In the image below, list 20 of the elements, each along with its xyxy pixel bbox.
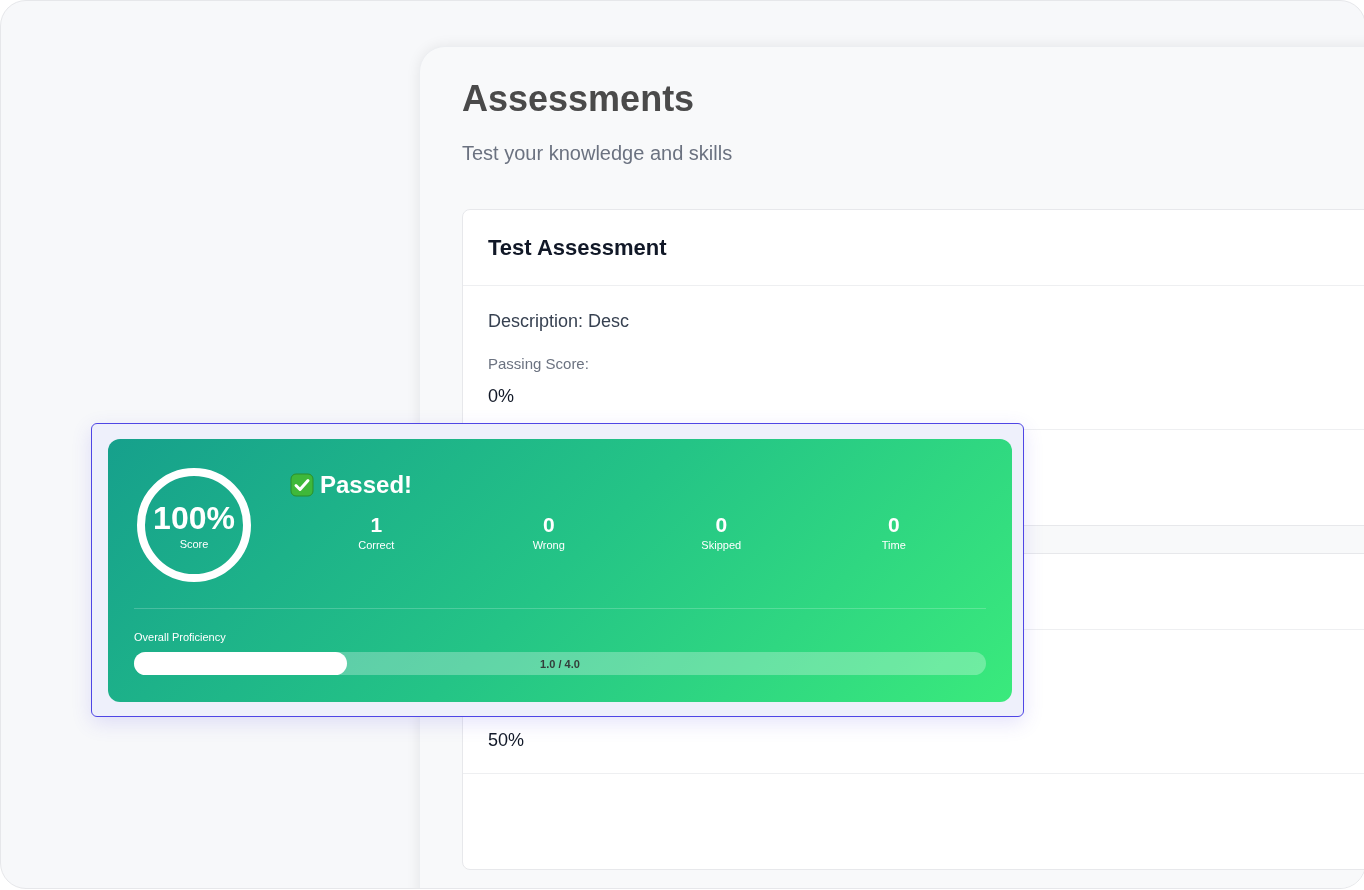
stat-value: 1 bbox=[370, 513, 383, 537]
stat-label: Time bbox=[881, 539, 906, 551]
result-heading: Passed! bbox=[320, 471, 413, 499]
description-text: Description: Desc bbox=[488, 311, 630, 332]
score-value: 100% bbox=[153, 500, 235, 536]
stat-label: Skipped bbox=[701, 539, 742, 551]
stat-value: 0 bbox=[887, 513, 900, 537]
field-value: 0% bbox=[488, 385, 514, 407]
page-subtitle: Test your knowledge and skills bbox=[462, 141, 734, 165]
stat-label: Wrong bbox=[532, 539, 565, 551]
proficiency-label: Overall Proficiency bbox=[134, 631, 227, 643]
stat-label: Correct bbox=[358, 539, 395, 551]
card-title: Test Assessment bbox=[488, 234, 667, 261]
field-label: Passing Score: bbox=[488, 354, 589, 374]
proficiency-reading: 1.0 / 4.0 bbox=[540, 657, 580, 670]
stat-value: 0 bbox=[542, 513, 555, 537]
stat-value: 0 bbox=[715, 513, 728, 537]
score-label: Score bbox=[179, 538, 209, 550]
field-value: 50% bbox=[488, 729, 525, 751]
page-title: Assessments bbox=[462, 77, 696, 121]
